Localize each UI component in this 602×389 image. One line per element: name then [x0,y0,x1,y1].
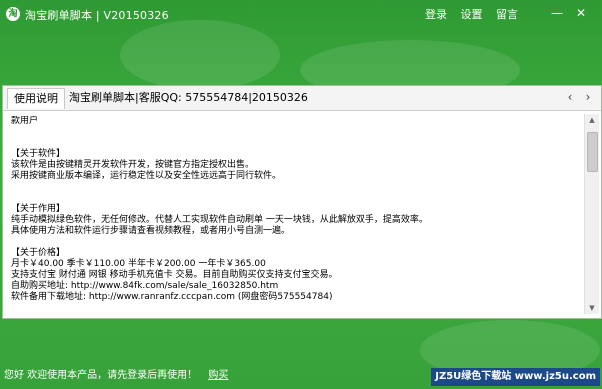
text-line: 自助购买地址: http://www.84fk.com/sale/sale_16… [11,281,279,291]
text-line: 月卡￥40.00 季卡￥110.00 半年卡￥200.00 一年卡￥365.00 [11,259,266,269]
site-watermark: JZ5U绿色下载站 www.jz5u.com [431,368,600,386]
vertical-scrollbar[interactable]: ▲ ▼ [584,114,599,314]
buy-link[interactable]: 购买 [208,370,228,381]
text-line: 采用按键商业版本编译，运行稳定性以及安全性远远高于同行软件。 [11,171,282,181]
text-line [11,237,571,248]
prev-arrow-icon[interactable]: ‹ [563,89,577,105]
title-bar: 淘 淘宝刷单脚本 | V20150326 登录 设置 留言 — ✕ [0,0,602,30]
section-heading: 【关于作用】 [11,204,66,214]
text-line: 款用户 [11,116,39,126]
top-links: 登录 设置 留言 [415,6,518,22]
text-line: 该软件是由按键精灵开发软件开发，按键官方指定授权出售。 [11,160,255,170]
section-heading: 【关于价格】 [11,248,66,258]
message-link[interactable]: 留言 [496,8,518,21]
window-title: 淘宝刷单脚本 | V20150326 [25,9,169,22]
next-arrow-icon[interactable]: › [581,89,595,105]
text-line [11,182,571,193]
text-line: 支持支付宝 财付通 网银 移动手机充值卡 交易。目前自助购买仅支持支付宝交易。 [11,270,338,280]
section-heading: 【关于软件】 [11,149,66,159]
main-panel: 使用说明 淘宝刷单脚本|客服QQ: 575554784|20150326 ‹ ›… [2,85,602,319]
settings-link[interactable]: 设置 [461,8,483,21]
tab-instructions[interactable]: 使用说明 [7,88,65,109]
tab-bar: 使用说明 淘宝刷单脚本|客服QQ: 575554784|20150326 ‹ › [3,86,601,111]
text-line: 具体使用方法和软件运行步骤请查看视频教程，或者用小号自测一遍。 [11,226,291,236]
text-line: 纯手动模拟绿色软件，无任何修改。代替人工实现软件自动刷单 一天一块钱，从此解放双… [11,215,428,225]
text-line: 软件备用下载地址: http://www.ranranfz.cccpan.com… [11,292,333,302]
close-button[interactable]: ✕ [572,5,590,21]
scroll-up-icon[interactable]: ▲ [585,114,599,126]
tab-info-text: 淘宝刷单脚本|客服QQ: 575554784|20150326 [69,91,308,104]
scroll-thumb[interactable] [587,132,598,172]
text-line [11,127,571,138]
scroll-down-icon[interactable]: ▼ [585,302,599,314]
status-message: 您好 欢迎使用本产品，请先登录后再使用！ [4,370,198,381]
text-line [11,193,571,204]
text-line [11,138,571,149]
instructions-text: 款用户 【关于软件】 该软件是由按键精灵开发软件开发，按键官方指定授权出售。 采… [11,116,571,314]
login-link[interactable]: 登录 [425,8,447,21]
app-icon: 淘 [6,7,20,21]
background-blob [120,20,280,90]
status-bar: 您好 欢迎使用本产品，请先登录后再使用！ 购买 [4,366,228,381]
minimize-button[interactable]: — [548,5,566,21]
